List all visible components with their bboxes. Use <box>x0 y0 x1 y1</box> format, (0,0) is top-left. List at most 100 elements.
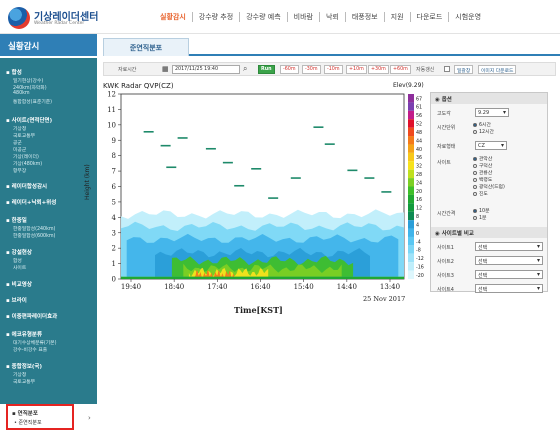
nav-item-lightning[interactable]: 낙뢰 <box>320 12 346 22</box>
sidebar-section-composite[interactable]: ▪ 합성 <box>6 68 22 76</box>
enlarge-button[interactable]: 일괄창 <box>454 65 474 74</box>
site-logo[interactable]: 기상레이더센터 Weather Radar Center <box>8 6 118 30</box>
sidebar-item[interactable]: 미공군 <box>13 146 26 153</box>
plus-10m-button[interactable]: +10m <box>346 65 367 74</box>
elevation-select[interactable]: 9.29 ▾ <box>475 108 509 117</box>
sidebar-item[interactable]: 한중일합성(600km) <box>13 232 55 239</box>
site-radio[interactable]: 진도 <box>473 190 488 197</box>
site-radio[interactable]: 백령도 <box>473 176 492 183</box>
auto-refresh-checkbox[interactable] <box>444 66 450 72</box>
tab-qvp[interactable]: 준연직분포 <box>103 38 189 56</box>
sidebar-section-radar-monitor[interactable]: ▪ 레이더합성감시 <box>6 182 47 190</box>
sidebar-item[interactable]: 강수-비강수 표출 <box>13 346 47 353</box>
interval-1m-radio[interactable]: 1분 <box>473 214 486 221</box>
sidebar-item[interactable]: 240km(자막화) <box>13 84 47 91</box>
colorbar-swatch <box>408 220 414 229</box>
sidebar-section-info[interactable]: ▪ 종합정보(국) <box>6 362 42 370</box>
echo-dash <box>222 161 233 164</box>
sidebar-item[interactable]: 기상청 <box>13 371 26 378</box>
sidebar-section-dualpol[interactable]: ▪ 이중편파레이더효과 <box>6 312 57 320</box>
search-icon[interactable]: ⌕ <box>243 64 247 74</box>
nav-item-download[interactable]: 다운로드 <box>411 12 450 22</box>
sidebar-section-compare[interactable]: ▪ 비교영상 <box>6 280 32 288</box>
site-radio[interactable]: 관악산 <box>473 155 492 162</box>
chevron-right-icon[interactable]: › <box>88 414 91 422</box>
minus-60m-button[interactable]: -60m <box>280 65 299 74</box>
sidebar-section-snow[interactable]: ▪ 강설현상 <box>6 248 32 256</box>
echo-dash <box>324 143 335 145</box>
minus-10m-button[interactable]: -10m <box>324 65 343 74</box>
sidebar-item[interactable]: 일기현상(강수) <box>13 77 43 84</box>
sidebar-item[interactable]: 합성 <box>13 257 22 264</box>
site-radio[interactable]: 구덕산 <box>473 162 492 169</box>
time-label: 자료시간 <box>118 67 137 73</box>
nav-item-test[interactable]: 시험운영 <box>449 12 487 22</box>
run-button[interactable]: Run <box>258 65 275 74</box>
sidebar-item-qvp[interactable]: • 준연직분포 <box>14 419 42 426</box>
sidebar-item[interactable]: 국토교통부 <box>13 378 35 385</box>
colorbar-tick-label: -12 <box>416 256 424 262</box>
sidebar-section-bright[interactable]: ▪ 브라이 <box>6 296 27 304</box>
site3-select[interactable]: 선택 ▾ <box>475 270 543 279</box>
sidebar-item[interactable]: 기상(480km) <box>13 160 42 167</box>
interval-10m-radio[interactable]: 10분 <box>473 207 490 214</box>
sidebar-section-echo[interactable]: ▪ 에코유형분류 <box>6 330 42 338</box>
colorbar-swatch <box>408 228 414 237</box>
nav-item-rain-forecast[interactable]: 강수량 예측 <box>240 12 288 22</box>
sidebar-item[interactable]: 공군 <box>13 139 22 146</box>
nav-item-wind-rain[interactable]: 비바람 <box>288 12 320 22</box>
x-tick-label: 16:40 <box>250 283 270 291</box>
time-unit-12h-radio[interactable]: 12시간 <box>473 128 494 135</box>
site-radio[interactable]: 광덕산(드럼) <box>473 183 505 190</box>
image-download-button[interactable]: 이미지 다운로드 <box>478 65 517 74</box>
site-radio[interactable]: 관룡산 <box>473 169 492 176</box>
qvp-chart: 012345678910111219:40 18:40 17:40 16:40 15:4… <box>107 91 424 292</box>
sidebar-item[interactable]: 기상(레이더) <box>13 153 39 160</box>
plus-60m-button[interactable]: +60m <box>390 65 411 74</box>
nav-item-support[interactable]: 지원 <box>385 12 411 22</box>
sidebar-section-kcj[interactable]: ▪ 한중일 <box>6 216 27 224</box>
auto-refresh-label: 자동갱신 <box>416 67 435 73</box>
header: 기상레이더센터 Weather Radar Center 실황감시 강수량 추정… <box>0 0 560 34</box>
site-row-label: 사이트3 <box>437 273 454 279</box>
sidebar-item[interactable]: 한중일합성(240km) <box>13 225 55 232</box>
data-type-select[interactable]: CZ ▾ <box>475 141 507 150</box>
sidebar-item[interactable]: 대기수상체분류(기본) <box>13 339 56 346</box>
sidebar-item[interactable]: 항무장 <box>13 167 26 174</box>
sidebar-item[interactable]: 통합합성(표준기준) <box>13 98 52 105</box>
colorbar-swatch <box>408 102 414 111</box>
echo-dash <box>381 191 392 193</box>
sidebar-item[interactable]: 기상청 <box>13 125 26 132</box>
colorbar-tick-label: 0 <box>416 231 419 237</box>
sidebar-item[interactable]: 국토교통부 <box>13 132 35 139</box>
site-label: 사이트 <box>437 160 451 166</box>
sidebar-item[interactable]: 사이트 <box>13 264 26 271</box>
sidebar-selected-section[interactable]: ▪ 연직분포 • 준연직분포 <box>6 404 74 430</box>
calendar-icon[interactable]: ▦ <box>162 65 169 73</box>
colorbar-tick-label: 61 <box>416 105 422 111</box>
y-tick-label: 6 <box>112 183 117 191</box>
chart-date-label: 25 Nov 2017 <box>363 295 406 303</box>
site-row-label: 사이트2 <box>437 259 454 265</box>
minus-30m-button[interactable]: -30m <box>302 65 321 74</box>
sidebar-item[interactable]: 480km <box>13 91 30 96</box>
time-unit-6h-radio[interactable]: 6시간 <box>473 121 491 128</box>
site1-select[interactable]: 선택 ▾ <box>475 242 543 251</box>
y-tick-label: 0 <box>112 276 116 284</box>
chevron-down-icon: ▾ <box>536 271 540 278</box>
nav-item-rain-estimate[interactable]: 강수량 추정 <box>193 12 241 22</box>
site2-select[interactable]: 선택 ▾ <box>475 256 543 265</box>
y-tick-label: 12 <box>107 91 116 99</box>
sidebar-title: 실황감시 <box>0 34 97 56</box>
y-tick-label: 8 <box>112 152 116 160</box>
nav-item-typhoon[interactable]: 태풍정보 <box>346 12 385 22</box>
plus-30m-button[interactable]: +30m <box>368 65 389 74</box>
sidebar-section-radar-lightning-sat[interactable]: ▪ 레이더+낙뢰+위성 <box>6 198 56 206</box>
date-input[interactable]: 2017/11/25 19:40 <box>172 65 240 74</box>
sidebar-section-site[interactable]: ▪ 사이트(면적단면) <box>6 116 52 124</box>
nav-item-realtime[interactable]: 실황감시 <box>154 12 193 22</box>
site4-select[interactable]: 선택 ▾ <box>475 284 543 293</box>
y-tick-label: 1 <box>112 260 116 268</box>
echo-dash <box>166 166 177 169</box>
colorbar-swatch <box>408 161 414 170</box>
